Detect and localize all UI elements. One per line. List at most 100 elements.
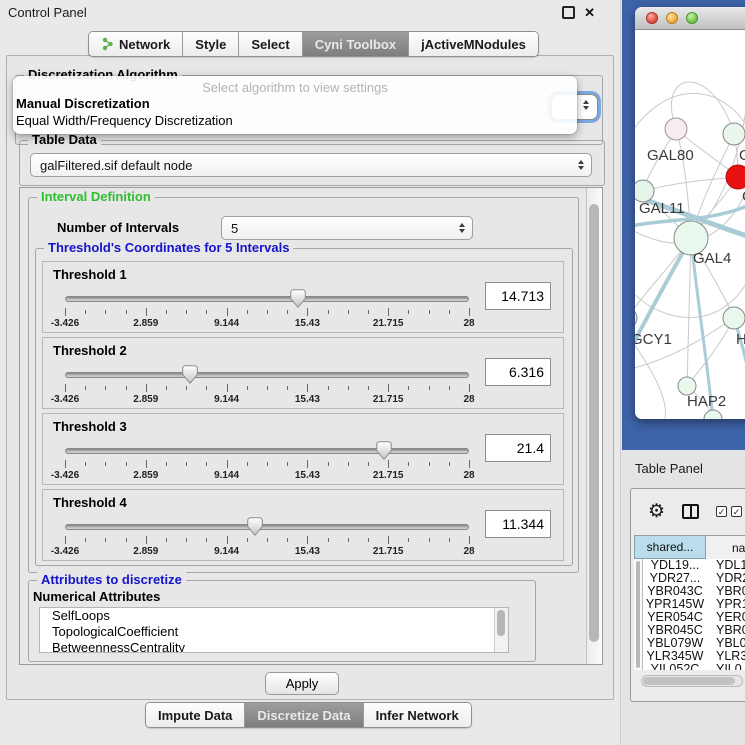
slider-ticks (65, 308, 469, 317)
row-scrollbar[interactable] (634, 559, 643, 670)
slider-ticks (65, 460, 469, 469)
tab-infer-network[interactable]: Infer Network (363, 703, 471, 727)
network-icon (101, 37, 114, 51)
network-canvas[interactable]: GAL80 GAL11 GAL4 GCY1 HAP2 H GA C (635, 30, 745, 419)
combobox-value: galFiltered.sif default node (40, 158, 192, 173)
list-item[interactable]: BetweennessCentrality (40, 640, 508, 653)
slider-scale-labels: -3.4262.8599.14415.4321.71528 (65, 318, 469, 330)
network-node[interactable] (635, 308, 637, 328)
group-title: Attributes to discretize (37, 572, 186, 587)
threshold-slider: -3.4262.8599.14415.4321.71528 (65, 368, 469, 408)
checkbox-checked-icon[interactable] (716, 506, 727, 517)
window-controls: ✕ (562, 6, 595, 19)
attributes-group: Attributes to discretize Numerical Attri… (28, 580, 536, 662)
node-label: HAP2 (687, 393, 726, 410)
slider-ticks (65, 384, 469, 393)
table-toolbar: ⚙ (631, 489, 745, 533)
tab-impute-data[interactable]: Impute Data (146, 703, 244, 727)
list-item[interactable]: TopologicalCoefficient (40, 624, 508, 640)
apply-button[interactable]: Apply (265, 672, 339, 695)
num-intervals-combobox[interactable]: 5 (221, 216, 473, 240)
network-edge[interactable] (687, 238, 691, 386)
scrollbar-thumb[interactable] (589, 204, 599, 642)
table-horizontal-scrollbar (641, 675, 743, 687)
threshold-panel: Threshold 3 -3.4262.8599.14415.4321.7152… (42, 413, 564, 485)
slider-track[interactable] (65, 448, 469, 454)
tab-discretize-data[interactable]: Discretize Data (244, 703, 362, 727)
threshold-label: Threshold 2 (53, 343, 127, 358)
column-header-name[interactable]: na (706, 536, 745, 559)
scrollbar-thumb[interactable] (497, 610, 505, 636)
slider-thumb[interactable] (247, 517, 263, 536)
threshold-value-field[interactable] (485, 282, 551, 310)
threshold-panel: Threshold 4 -3.4262.8599.14415.4321.7152… (42, 489, 564, 561)
threshold-value-field[interactable] (485, 358, 551, 386)
threshold-value-field[interactable] (485, 510, 551, 538)
app-root: Control Panel ✕ Network Style Select Cyn… (0, 0, 745, 745)
table-rows: YDL19... YDL1 YDR27... YDR2 YBR043C YBR0… (634, 559, 745, 670)
minimize-window-icon[interactable] (666, 12, 678, 24)
table-data-combobox[interactable]: galFiltered.sif default node (30, 153, 592, 177)
popup-option-equal-width[interactable]: Equal Width/Frequency Discretization (13, 112, 577, 129)
network-graph: GAL80 GAL11 GAL4 GCY1 HAP2 H GA C (635, 30, 745, 419)
tab-select[interactable]: Select (238, 32, 301, 56)
node-label: GAL4 (693, 250, 731, 267)
cyni-toolbox-content: Discretization Algorithm Table Data galF… (6, 55, 614, 700)
table-panel-title: Table Panel (621, 456, 745, 480)
tab-label: Select (251, 37, 289, 52)
network-window-titlebar (635, 7, 745, 30)
slider-thumb[interactable] (182, 365, 198, 384)
slider-thumb[interactable] (376, 441, 392, 460)
network-node-selected[interactable] (726, 165, 745, 189)
threshold-value-field[interactable] (485, 434, 551, 462)
bottom-tab-bar: Impute Data Discretize Data Infer Networ… (145, 702, 472, 728)
group-title: Table Data (28, 132, 101, 147)
popup-option-manual[interactable]: Manual Discretization (13, 95, 577, 112)
network-node[interactable] (704, 410, 722, 419)
network-node[interactable] (635, 180, 654, 202)
table-row[interactable]: YIL052C YIL0 (643, 663, 745, 670)
scrollbar-thumb[interactable] (643, 677, 735, 685)
numerical-attributes-list: SelfLoopsTopologicalCoefficientBetweenne… (39, 607, 509, 653)
table-data-group: Table Data galFiltered.sif default node (19, 140, 605, 186)
tab-cyni-toolbox[interactable]: Cyni Toolbox (302, 32, 408, 56)
tab-jactivemnodules[interactable]: jActiveMNodules (408, 32, 538, 56)
node-label: GA (739, 147, 745, 164)
combobox-value: 5 (231, 221, 238, 236)
slider-scale-labels: -3.4262.8599.14415.4321.71528 (65, 546, 469, 558)
network-node[interactable] (723, 307, 745, 329)
table-header: shared... na (634, 535, 745, 560)
tab-label: Discretize Data (257, 708, 350, 723)
slider-scale-labels: -3.4262.8599.14415.4321.71528 (65, 470, 469, 482)
column-header-shared-name[interactable]: shared... (634, 536, 706, 559)
threshold-label: Threshold 4 (53, 495, 127, 510)
slider-track[interactable] (65, 524, 469, 530)
zoom-window-icon[interactable] (686, 12, 698, 24)
control-panel-titlebar: Control Panel ✕ (0, 0, 620, 26)
close-icon[interactable]: ✕ (584, 7, 595, 18)
tab-network[interactable]: Network (89, 32, 182, 56)
slider-track[interactable] (65, 372, 469, 378)
checkbox-checked-icon[interactable] (731, 506, 742, 517)
gear-icon[interactable]: ⚙ (648, 502, 665, 521)
columns-icon[interactable] (682, 504, 699, 519)
top-tab-bar: Network Style Select Cyni Toolbox jActiv… (88, 31, 539, 57)
float-panel-icon[interactable] (562, 6, 575, 19)
close-window-icon[interactable] (646, 12, 658, 24)
network-edge[interactable] (687, 318, 734, 386)
node-label: GCY1 (635, 331, 672, 348)
network-node[interactable] (665, 118, 687, 140)
threshold-slider: -3.4262.8599.14415.4321.71528 (65, 292, 469, 332)
tab-style[interactable]: Style (182, 32, 238, 56)
list-item[interactable]: SelfLoops (40, 608, 508, 624)
right-pane: GAL80 GAL11 GAL4 GCY1 HAP2 H GA C Table … (620, 0, 745, 745)
control-panel: Control Panel ✕ Network Style Select Cyn… (0, 0, 620, 745)
slider-thumb[interactable] (290, 289, 306, 308)
slider-ticks (65, 536, 469, 545)
panel-title: Control Panel (8, 5, 87, 20)
network-node[interactable] (723, 123, 745, 145)
slider-track[interactable] (65, 296, 469, 302)
group-title: Threshold's Coordinates for 5 Intervals (44, 240, 293, 255)
threshold-label: Threshold 1 (53, 267, 127, 282)
group-title: Interval Definition (37, 189, 155, 204)
